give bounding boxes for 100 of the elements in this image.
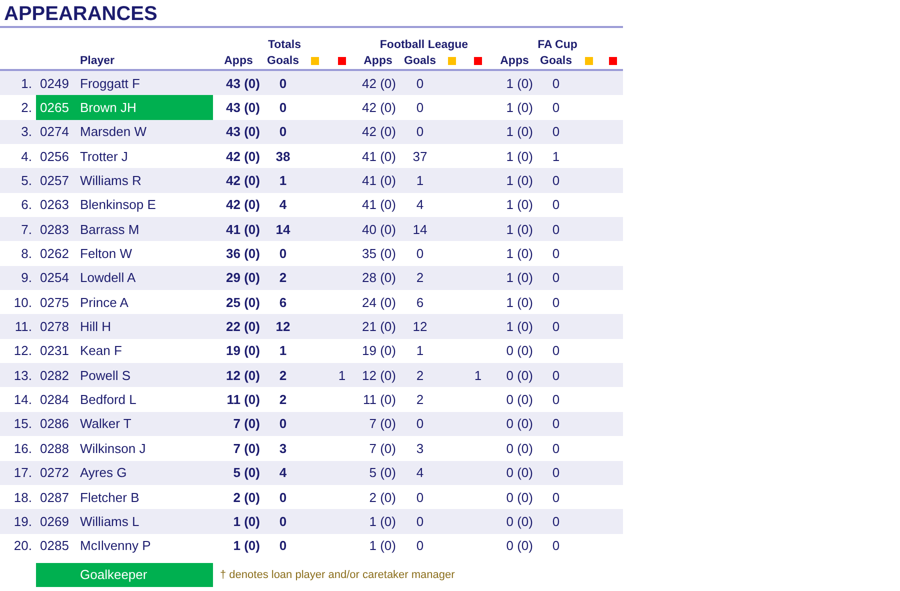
apps-cell-text: 0 (0) (505, 488, 534, 507)
goals-cell-text: 0 (278, 99, 288, 118)
row-number: 7. (20, 220, 33, 239)
goals-cell-text: 0 (551, 245, 561, 264)
player-id: 0254 (39, 269, 70, 288)
column-heading: Player (79, 54, 116, 69)
goals-cell-text: 0 (415, 488, 425, 507)
player-name: Brown JH (76, 95, 213, 120)
goals-cell-text: 0 (551, 440, 561, 458)
goals-cell-text: 1 (551, 148, 561, 166)
player-id: 0256 (39, 148, 70, 166)
goals-cell-text: 0 (551, 172, 561, 190)
row-number: 12. (12, 342, 33, 360)
player-name: Lowdell A (79, 269, 137, 288)
goals-cell-text: 37 (412, 148, 428, 166)
apps-cell-text: 43 (0) (225, 74, 261, 93)
goals-cell-text: 0 (278, 74, 288, 93)
goals-cell-text: 6 (415, 294, 425, 312)
apps-cell-text: 5 (0) (232, 464, 261, 482)
card-icon (474, 57, 482, 65)
goals-cell-text: 0 (551, 391, 561, 410)
player-name: Froggatt F (79, 74, 141, 93)
apps-cell-text: 25 (0) (225, 294, 261, 312)
goals-cell-text: 0 (551, 123, 561, 142)
apps-cell-text: 7 (0) (368, 415, 397, 434)
player-id: 0284 (39, 391, 70, 410)
apps-cell-text: 0 (0) (505, 391, 534, 410)
apps-cell-text: 1 (0) (505, 123, 534, 142)
goals-cell-text: 4 (278, 464, 288, 482)
row-number: 19. (12, 512, 33, 531)
player-id: 0275 (39, 294, 70, 312)
player-name: Wilkinson J (79, 440, 147, 458)
apps-cell-text: 1 (0) (505, 245, 534, 264)
apps-cell-text: 43 (0) (225, 123, 261, 142)
apps-cell-text: 41 (0) (361, 172, 397, 190)
player-name: McIlvenny P (79, 537, 152, 556)
apps-cell-text: 42 (0) (225, 196, 261, 214)
goals-cell-text: 12 (274, 318, 292, 336)
goals-cell-text: 0 (551, 220, 561, 239)
goals-cell-text: 0 (415, 99, 425, 118)
apps-cell-text: 41 (0) (361, 148, 397, 166)
apps-cell-text: 12 (0) (225, 366, 261, 385)
goals-cell-text: 1 (278, 342, 288, 360)
apps-cell-text: 2 (0) (368, 488, 397, 507)
apps-cell-text: 36 (0) (225, 245, 261, 264)
player-name: Powell S (79, 366, 132, 385)
goals-cell-text: 0 (278, 415, 288, 434)
player-id: 0272 (39, 464, 70, 482)
goals-cell-text: 0 (278, 488, 288, 507)
goals-cell-text: 0 (278, 512, 288, 531)
apps-cell-text: 2 (0) (232, 488, 261, 507)
goals-cell-text: 1 (278, 172, 288, 190)
apps-cell-text: 1 (0) (505, 148, 534, 166)
player-id: 0278 (39, 318, 70, 336)
card-icon (311, 57, 319, 65)
goals-cell-text: 0 (551, 294, 561, 312)
apps-cell-text: 1 (0) (232, 537, 261, 556)
player-id: 0274 (39, 123, 70, 142)
player-id: 0269 (39, 512, 70, 531)
goals-cell-text: 14 (412, 220, 428, 239)
row-number: 17. (12, 464, 33, 482)
row-number: 14. (12, 391, 33, 410)
player-name: Marsden W (79, 123, 148, 142)
column-heading: Goals (266, 54, 300, 69)
goals-cell-text: 0 (551, 366, 561, 385)
row-number: 4. (20, 148, 33, 166)
group-heading: FA Cup (538, 38, 578, 53)
row-number: 20. (12, 537, 33, 556)
column-heading: Goals (403, 54, 437, 69)
apps-cell-text: 24 (0) (361, 294, 397, 312)
goalkeeper-key: Goalkeeper (36, 562, 213, 587)
player-name: Fletcher B (79, 488, 140, 507)
row-number: 8. (20, 245, 33, 264)
apps-cell-text: 1 (0) (505, 318, 534, 336)
player-name: Kean F (79, 342, 123, 360)
goals-cell-text: 0 (278, 245, 288, 264)
goals-cell-text: 12 (412, 318, 428, 336)
row-number: 13. (12, 366, 33, 385)
goals-cell-text: 4 (278, 196, 288, 214)
legend-note: † denotes loan player and/or caretaker manager (219, 568, 456, 581)
apps-cell-text: 12 (0) (361, 366, 397, 385)
apps-cell-text: 1 (0) (505, 196, 534, 214)
goals-cell-text: 2 (278, 366, 288, 385)
player-id: 0282 (39, 366, 70, 385)
goals-cell-text: 0 (551, 318, 561, 336)
goals-cell-text: 0 (551, 415, 561, 434)
player-id: 0257 (39, 172, 70, 190)
goals-cell-text: 0 (415, 123, 425, 142)
player-name: Prince A (79, 294, 130, 312)
apps-cell-text: 1 (0) (232, 512, 261, 531)
player-name: Barrass M (79, 220, 140, 239)
goals-cell-text: 0 (551, 74, 561, 93)
apps-cell-text: 0 (0) (505, 342, 534, 360)
row-number: 6. (20, 196, 33, 214)
apps-cell-text: 7 (0) (232, 440, 261, 458)
sendings-off-cell-text: 1 (473, 366, 483, 385)
apps-cell-text: 42 (0) (225, 172, 261, 190)
apps-cell-text: 21 (0) (361, 318, 397, 336)
player-name: Hill H (79, 318, 112, 336)
apps-cell-text: 1 (0) (505, 99, 534, 118)
